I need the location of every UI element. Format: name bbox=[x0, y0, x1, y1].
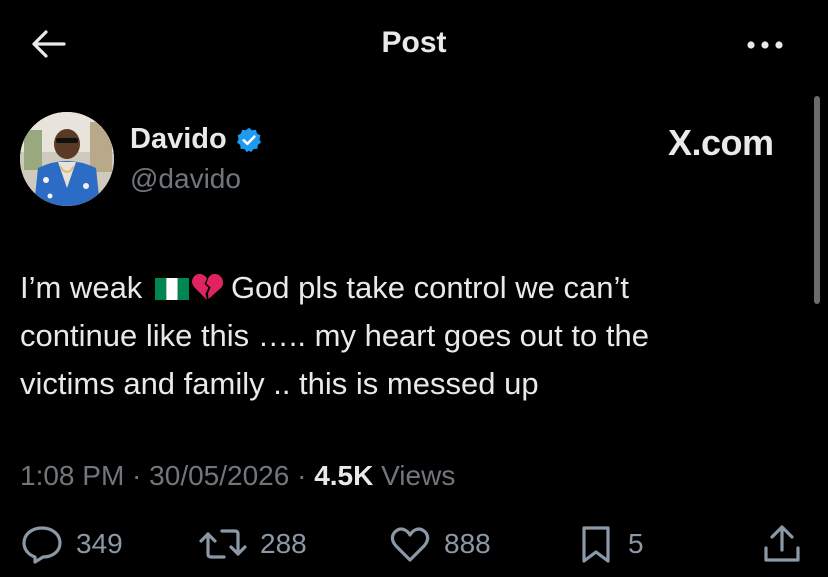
verified-badge-icon bbox=[235, 126, 263, 154]
bookmark-icon bbox=[582, 526, 610, 563]
avatar[interactable] bbox=[20, 112, 114, 206]
tweet-line-2: continue like this ….. my heart goes out… bbox=[20, 318, 649, 353]
tweet-line-1-start: I’m weak bbox=[20, 270, 143, 305]
broken-heart-icon bbox=[191, 273, 223, 300]
back-button[interactable] bbox=[28, 26, 68, 62]
more-icon bbox=[747, 41, 783, 49]
share-button[interactable] bbox=[760, 522, 804, 566]
nigeria-flag-icon bbox=[154, 278, 189, 300]
arrow-left-icon bbox=[32, 30, 66, 58]
reply-count: 349 bbox=[76, 528, 123, 559]
bookmark-button[interactable]: 5 bbox=[576, 522, 644, 566]
repost-count: 288 bbox=[260, 528, 307, 559]
more-options-button[interactable] bbox=[740, 30, 790, 60]
repost-icon bbox=[199, 529, 247, 559]
like-button[interactable]: 888 bbox=[388, 522, 491, 566]
tweet-date[interactable]: 30/05/2026 bbox=[149, 460, 289, 491]
page-title: Post bbox=[381, 26, 447, 59]
tweet-text: I’m weak God pls take control we can’t c… bbox=[20, 264, 810, 408]
tweet-time[interactable]: 1:08 PM bbox=[20, 460, 124, 491]
meta-separator: · bbox=[124, 460, 150, 491]
meta-separator: · bbox=[289, 460, 315, 491]
author-handle[interactable]: @davido bbox=[130, 163, 241, 195]
tweet-line-1-end: God pls take control we can’t bbox=[230, 270, 629, 305]
author-name[interactable]: Davido bbox=[130, 123, 263, 156]
repost-button[interactable]: 288 bbox=[198, 522, 307, 566]
views-count[interactable]: 4.5K bbox=[314, 460, 373, 491]
reply-icon bbox=[22, 526, 62, 564]
author-name-text: Davido bbox=[130, 123, 227, 155]
share-icon bbox=[764, 525, 800, 562]
heart-icon bbox=[390, 527, 430, 562]
views-label: Views bbox=[381, 460, 456, 491]
avatar-photo bbox=[20, 112, 114, 206]
tweet-line-1: I’m weak God pls take control we can’t bbox=[20, 264, 810, 312]
bookmark-count: 5 bbox=[628, 528, 644, 559]
scrollbar[interactable] bbox=[814, 96, 820, 304]
tweet-line-3: victims and family .. this is messed up bbox=[20, 366, 539, 401]
brand-watermark: X.com bbox=[668, 122, 774, 163]
reply-button[interactable]: 349 bbox=[20, 522, 123, 566]
tweet-meta: 1:08 PM · 30/05/2026 · 4.5K Views bbox=[20, 460, 455, 492]
like-count: 888 bbox=[444, 528, 491, 559]
